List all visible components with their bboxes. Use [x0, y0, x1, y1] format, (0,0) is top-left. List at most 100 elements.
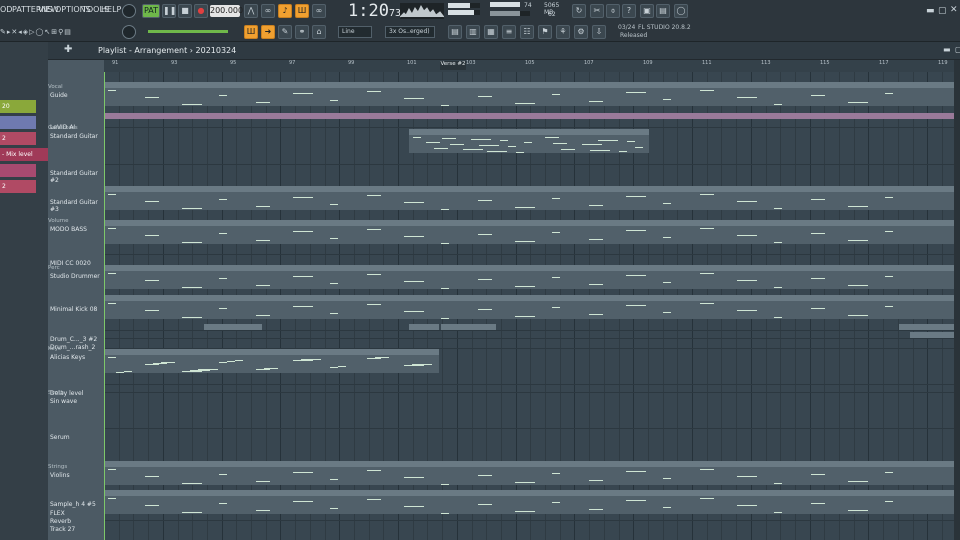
pencil-icon[interactable]: ✎: [278, 25, 292, 39]
pattern-clip[interactable]: ▣ Drum_Cy..._Crash_3: [899, 324, 954, 330]
note: [478, 504, 492, 505]
channel-rack-icon[interactable]: ▦: [484, 25, 498, 39]
timeline-ruler[interactable]: 91 93 95 97 99 101 103 105 107 109 111 113 115 117 119…: [104, 60, 954, 72]
minimize-icon[interactable]: ▬: [926, 6, 935, 16]
note: [619, 151, 627, 152]
playlist-minimize-icon[interactable]: ▬: [943, 45, 951, 54]
browser-tools-icon[interactable]: ✎▸✕◂◈▷◯↖⊞⚲▤: [0, 28, 100, 36]
note: [848, 240, 868, 241]
pitch-knob[interactable]: [122, 25, 136, 39]
note: [737, 201, 757, 202]
track-name[interactable]: Sin wave: [50, 398, 77, 405]
close-icon[interactable]: ✕: [950, 5, 958, 15]
export-icon[interactable]: ▤: [656, 4, 670, 18]
link-icon[interactable]: ⚭: [295, 25, 309, 39]
track-name[interactable]: Standard Guitar: [50, 133, 98, 140]
pattern-song-toggle[interactable]: PAT: [142, 4, 160, 18]
pattern-clip[interactable]: ▣ Pattern 48: [104, 349, 439, 373]
menu-help[interactable]: HELP: [101, 5, 121, 14]
left-item[interactable]: 2: [0, 180, 36, 193]
track-name[interactable]: Minimal Kick 08: [50, 306, 97, 313]
track-name[interactable]: MODO BASS: [50, 226, 87, 233]
pattern-clip[interactable]: ▣ Pattern 28: [409, 129, 649, 153]
pattern-select[interactable]: 3x Os..erged): [385, 26, 435, 38]
pattern-clip[interactable]: ▣ Drum_1_h_3 #2: [910, 332, 954, 338]
metronome-icon[interactable]: ⋀: [244, 4, 258, 18]
track-name[interactable]: Track 27: [50, 526, 75, 533]
cut-icon[interactable]: ✂: [590, 4, 604, 18]
track-row: [104, 254, 954, 255]
track-name[interactable]: Violins: [50, 472, 70, 479]
track-name[interactable]: Guide: [50, 92, 68, 99]
download-icon[interactable]: ⇩: [592, 25, 606, 39]
left-item[interactable]: 2: [0, 132, 36, 145]
record-button[interactable]: ●: [194, 4, 208, 18]
loop-record-icon[interactable]: ∞: [312, 4, 326, 18]
note: [552, 277, 560, 278]
step-edit-icon[interactable]: Ш: [295, 4, 309, 18]
browser-icon[interactable]: ☷: [520, 25, 534, 39]
countdown-icon[interactable]: ♪: [278, 4, 292, 18]
stamp-icon[interactable]: ⌂: [312, 25, 326, 39]
piano-roll-icon[interactable]: ▥: [466, 25, 480, 39]
menu-od[interactable]: OD: [0, 5, 12, 14]
note: [848, 481, 868, 482]
left-item[interactable]: - Mix level: [0, 148, 48, 161]
note: [737, 310, 757, 311]
track-name[interactable]: Sample_h 4 #5: [50, 501, 96, 508]
pattern-icon[interactable]: Ш: [244, 25, 258, 39]
wait-input-icon[interactable]: ∞: [261, 4, 275, 18]
pattern-clip[interactable]: ▣ Drum_Cym_1_Crash_3: [441, 324, 496, 330]
marker-verse[interactable]: Verse #2: [440, 61, 466, 70]
touch-keyboard-icon[interactable]: ⚙: [574, 25, 588, 39]
pattern-clip[interactable]: ▣ 20210324: [104, 113, 954, 119]
pattern-clip[interactable]: ▣ Drum_Cym_1_Crash_3: [204, 324, 262, 330]
tempo-display[interactable]: 200.000: [210, 5, 243, 17]
track-name[interactable]: Standard Guitar #3: [50, 199, 104, 213]
mic-icon[interactable]: ⌽: [606, 4, 620, 18]
track-name[interactable]: Reverb: [50, 518, 71, 525]
mixer-icon[interactable]: ≡: [502, 25, 516, 39]
note: [589, 509, 603, 510]
vertical-scrollbar[interactable]: [954, 60, 960, 540]
help-icon[interactable]: ?: [622, 4, 636, 18]
bar-number: 93: [171, 60, 178, 66]
note: [404, 236, 424, 237]
tempo-tapper-icon[interactable]: ⚘: [556, 25, 570, 39]
track-name[interactable]: Studio Drummer: [50, 273, 100, 280]
note: [182, 287, 202, 288]
play-button[interactable]: ❚❚: [162, 4, 176, 18]
plugin-icon[interactable]: ⚑: [538, 25, 552, 39]
master-volume-knob[interactable]: [122, 4, 136, 18]
playhead[interactable]: [104, 72, 105, 540]
track-name[interactable]: FLEX: [50, 510, 65, 517]
track-name[interactable]: Standard Guitar #2: [50, 170, 104, 184]
track-name[interactable]: Alicias Keys: [50, 354, 85, 361]
note: [450, 144, 464, 145]
maximize-icon[interactable]: ▢: [938, 6, 947, 16]
left-item[interactable]: 20: [0, 100, 36, 113]
browser-panel: 20 2 - Mix level 2: [0, 42, 48, 540]
left-item[interactable]: [0, 164, 36, 177]
arrow-icon[interactable]: ➜: [261, 25, 275, 39]
chat-icon[interactable]: ◯: [674, 4, 688, 18]
track-name[interactable]: Drum_C..._3 #2: [50, 336, 97, 343]
track-name[interactable]: Serum: [50, 434, 70, 441]
playlist-icon[interactable]: ▤: [448, 25, 462, 39]
playlist-maximize-icon[interactable]: ▢: [955, 45, 960, 54]
note: [515, 241, 535, 242]
add-icon[interactable]: ✚: [64, 44, 72, 55]
left-item[interactable]: [0, 116, 36, 129]
note: [256, 510, 270, 511]
note: [848, 315, 868, 316]
note: [256, 240, 270, 241]
stop-button[interactable]: ■: [178, 4, 192, 18]
undo-icon[interactable]: ↻: [572, 4, 586, 18]
note: [219, 95, 227, 96]
playlist-grid[interactable]: ▣ Os Sn 03 (merged) ▣ 20210324 ▣ Pattern 2…: [104, 72, 954, 540]
note: [293, 276, 313, 277]
pattern-clip[interactable]: ▣ Dru..h_3: [409, 324, 439, 330]
master-pitch-slider[interactable]: [148, 30, 228, 33]
save-icon[interactable]: ▣: [640, 4, 654, 18]
snap-select[interactable]: Line: [338, 26, 372, 38]
